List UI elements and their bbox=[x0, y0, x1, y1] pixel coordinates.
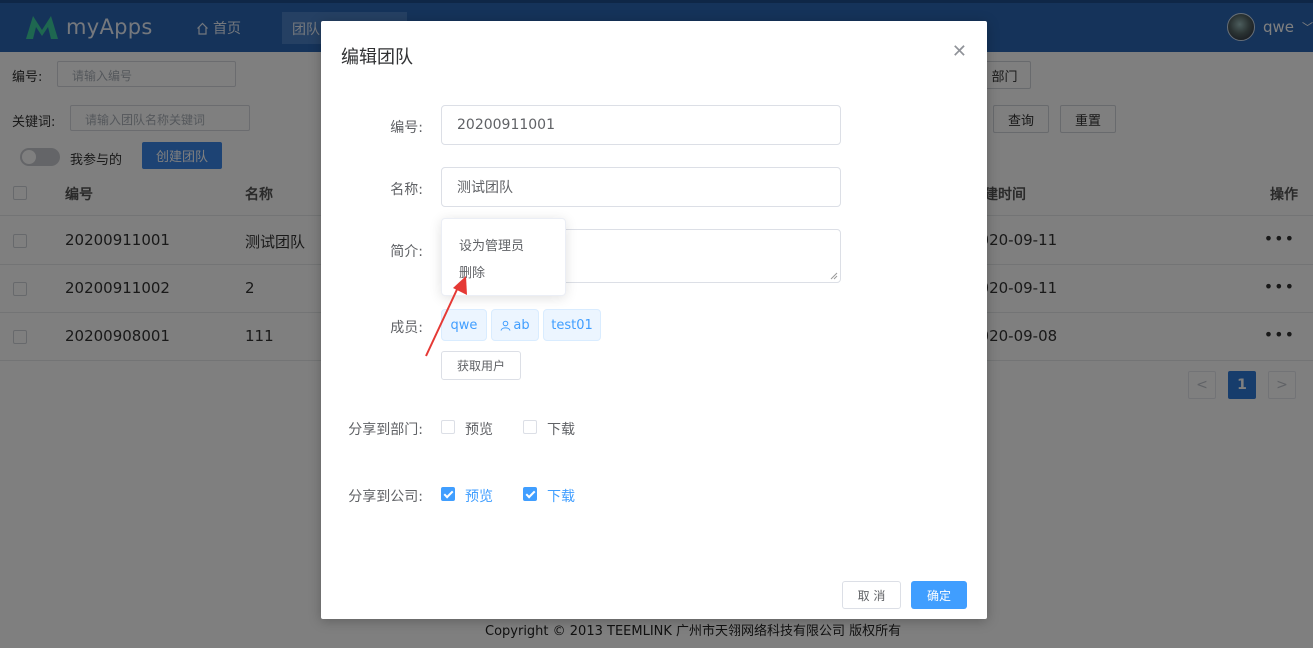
share-dept-preview-checkbox[interactable] bbox=[441, 420, 455, 434]
share-company-download-label[interactable]: 下载 bbox=[547, 486, 575, 506]
share-dept-preview-label[interactable]: 预览 bbox=[465, 419, 493, 439]
resize-handle-icon[interactable] bbox=[830, 272, 838, 280]
member-tag-test01[interactable]: test01 bbox=[543, 309, 601, 341]
cancel-button[interactable]: 取 消 bbox=[842, 581, 901, 609]
share-company-label: 分享到公司: bbox=[348, 489, 423, 505]
edit-team-dialog: 编辑团队 ✕ 编号: 20200911001 名称: 测试团队 简介: 成员: … bbox=[321, 21, 987, 619]
dialog-title: 编辑团队 bbox=[341, 47, 413, 68]
code-label: 编号: bbox=[390, 120, 423, 136]
member-tag-qwe[interactable]: qwe bbox=[441, 309, 487, 341]
share-dept-download-label[interactable]: 下载 bbox=[547, 419, 575, 439]
member-tag-ab[interactable]: ab bbox=[491, 309, 539, 341]
members-label: 成员: bbox=[390, 320, 423, 336]
confirm-button[interactable]: 确定 bbox=[911, 581, 967, 609]
share-company-preview-label[interactable]: 预览 bbox=[465, 486, 493, 506]
set-admin-menu-item[interactable]: 设为管理员 bbox=[459, 235, 524, 254]
intro-label: 简介: bbox=[390, 244, 423, 260]
user-icon bbox=[500, 320, 511, 331]
member-tag-label: ab bbox=[513, 317, 530, 333]
name-label: 名称: bbox=[390, 182, 423, 198]
share-company-preview-checkbox[interactable] bbox=[441, 487, 455, 501]
name-field[interactable]: 测试团队 bbox=[441, 167, 841, 207]
share-dept-download-checkbox[interactable] bbox=[523, 420, 537, 434]
code-field[interactable]: 20200911001 bbox=[441, 105, 841, 145]
member-action-popover: 设为管理员 删除 bbox=[441, 218, 566, 296]
get-users-button[interactable]: 获取用户 bbox=[441, 351, 521, 380]
share-company-download-checkbox[interactable] bbox=[523, 487, 537, 501]
share-dept-label: 分享到部门: bbox=[348, 422, 423, 438]
delete-menu-item[interactable]: 删除 bbox=[459, 262, 485, 281]
close-icon[interactable]: ✕ bbox=[952, 41, 967, 62]
